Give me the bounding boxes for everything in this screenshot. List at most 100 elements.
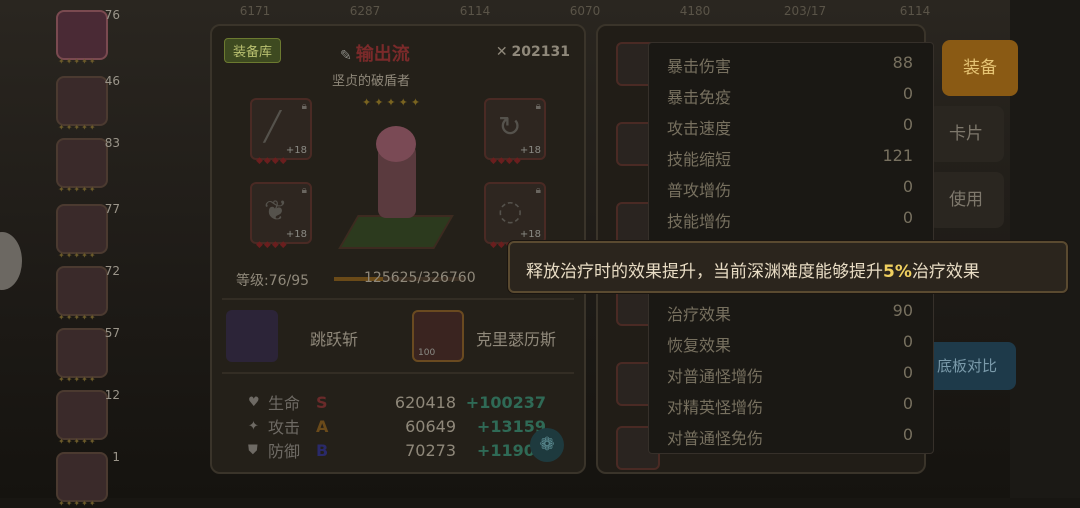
role-label: 输出流 — [355, 44, 410, 65]
hero-portrait — [56, 204, 108, 254]
attribute-label: 暴击伤害 — [667, 57, 732, 76]
hero-card[interactable]: 76 ✦✦✦✦✦ — [52, 6, 122, 66]
stat-row-attack: ✦ 攻击 A 60649 +13159 — [248, 414, 546, 438]
attribute-row: 攻击速度 0 — [667, 115, 913, 141]
tooltip-text: 释放治疗时的效果提升，当前深渊难度能够提升5%治疗效果 — [526, 257, 980, 282]
attribute-row: 暴击伤害 88 — [667, 53, 913, 79]
hero-stars: ✦✦✦✦✦ — [58, 251, 97, 260]
gem-sockets: ◆◆◆◆ — [256, 240, 288, 250]
tooltip-text-after: 治疗效果 — [911, 262, 980, 282]
hero-stars: ✦✦✦✦✦ — [58, 123, 97, 132]
armor-icon: ❦ — [264, 194, 288, 227]
tooltip-text-before: 释放治疗时的效果提升，当前深渊难度能够提升 — [526, 262, 883, 282]
paw-icon[interactable]: ❁ — [530, 428, 564, 462]
stat-label: 攻击 — [268, 418, 301, 437]
hero-level: 57 — [104, 326, 120, 340]
hero-portrait — [56, 390, 108, 440]
attribute-label: 暴击免疫 — [667, 88, 732, 107]
equipment-library-tag[interactable]: 装备库 — [224, 38, 282, 63]
hero-card[interactable]: 83 ✦✦✦✦✦ — [52, 134, 122, 194]
hero-stars: ✦✦✦✦✦ — [58, 375, 97, 384]
stat-bonus: +13159 — [476, 416, 546, 436]
hero-portrait — [56, 452, 108, 502]
hero-card[interactable]: 46 ✦✦✦✦✦ — [52, 72, 122, 132]
resource-value: 6114 — [899, 4, 931, 18]
enhance-level: +18 — [519, 145, 541, 156]
card-level: 100 — [418, 348, 436, 358]
combat-power-value: 202131 — [511, 44, 570, 60]
attribute-label: 对普通怪增伤 — [667, 367, 764, 386]
model-pedestal — [338, 215, 454, 249]
lock-icon: 🔒︎ — [535, 101, 541, 112]
stat-grade: B — [316, 440, 329, 460]
attribute-row: 技能缩短 121 — [667, 146, 913, 172]
resource-value: 6114 — [459, 4, 491, 18]
lock-icon: 🔒︎ — [301, 101, 307, 112]
attribute-label: 技能增伤 — [667, 212, 732, 231]
role-title[interactable]: ✎ 输出流 — [340, 40, 410, 66]
attribute-value: 90 — [892, 301, 913, 320]
hero-title: 坚贞的破盾者 — [332, 74, 411, 89]
stat-bonus: +100237 — [465, 392, 546, 412]
stat-label: 防御 — [268, 442, 301, 461]
hero-card[interactable]: 12 ✦✦✦✦✦ — [52, 386, 122, 446]
hero-stars: ✦✦✦✦✦ — [58, 185, 97, 194]
hero-portrait — [56, 328, 108, 378]
attribute-row: 对精英怪增伤 0 — [667, 394, 913, 420]
attribute-label: 治疗效果 — [667, 305, 732, 324]
hero-portrait — [56, 266, 108, 316]
resource-value: 4180 — [679, 4, 711, 18]
attribute-row: 技能增伤 0 — [667, 208, 913, 234]
attribute-row: 对普通怪增伤 0 — [667, 363, 913, 389]
gem-sockets: ◆◆◆◆ — [256, 156, 288, 166]
card-icon[interactable]: 100 — [412, 310, 464, 362]
hero-card[interactable]: 1 ✦✦✦✦✦ — [52, 448, 122, 508]
shield-icon: ⛊ — [248, 442, 258, 458]
exp-text: 125625/326760 — [364, 270, 476, 286]
gem-sockets: ◆◆◆◆ — [490, 156, 522, 166]
stat-grade: A — [316, 416, 329, 436]
top-resource-bar: 6171 6287 6114 6070 4180 203/17 6114 — [200, 4, 980, 24]
hero-level: 1 — [112, 450, 120, 464]
enhance-level: +18 — [519, 229, 541, 240]
hero-card[interactable]: 77 ✦✦✦✦✦ — [52, 200, 122, 260]
armor-slot[interactable]: ❦ 🔒︎ +18 ◆◆◆◆ — [250, 182, 312, 250]
heart-icon: ♥ — [248, 394, 260, 410]
sword-icon: ╱ — [264, 110, 281, 143]
attribute-row: 恢复效果 0 — [667, 332, 913, 358]
divider — [222, 372, 574, 374]
weapon-slot[interactable]: ╱ 🔒︎ +18 ◆◆◆◆ — [250, 98, 312, 166]
hero-card[interactable]: 72 ✦✦✦✦✦ — [52, 262, 122, 322]
necklace-slot[interactable]: ◌ 🔒︎ +18 ◆◆◆◆ — [484, 182, 546, 250]
stat-value: 70273 — [405, 440, 456, 460]
skill-icon[interactable] — [226, 310, 278, 362]
hero-card[interactable]: 57 ✦✦✦✦✦ — [52, 324, 122, 384]
hero-level: 46 — [104, 74, 120, 88]
tab-equipment[interactable]: 装备 — [942, 40, 1018, 96]
tab-cards[interactable]: 卡片 — [928, 106, 1004, 162]
enhance-level: +18 — [285, 229, 307, 240]
attribute-value: 0 — [902, 332, 913, 351]
attribute-value: 121 — [882, 146, 913, 165]
skill-name: 跳跃斩 — [310, 330, 359, 349]
edit-icon: ✎ — [340, 48, 352, 64]
hero-stars: ✦✦✦✦✦ — [58, 499, 97, 508]
attribute-label: 攻击速度 — [667, 119, 732, 138]
resource-value: 6171 — [239, 4, 271, 18]
hero-portrait — [56, 76, 108, 126]
attribute-label: 恢复效果 — [667, 336, 732, 355]
accessory-slot[interactable]: ↻ 🔒︎ +18 ◆◆◆◆ — [484, 98, 546, 166]
attribute-value: 0 — [902, 363, 913, 382]
stat-label: 生命 — [268, 394, 301, 413]
tab-use[interactable]: 使用 — [928, 172, 1004, 228]
hero-portrait — [56, 10, 108, 60]
combat-power: ✕ 202131 — [496, 44, 570, 60]
ring-icon: ↻ — [498, 110, 522, 143]
tooltip-highlight-value: 5% — [883, 262, 912, 282]
lock-icon: 🔒︎ — [301, 185, 307, 196]
resource-value: 203/17 — [783, 4, 827, 18]
card-name: 克里瑟历斯 — [476, 330, 557, 349]
attribute-value: 0 — [902, 177, 913, 196]
attribute-row: 治疗效果 90 — [667, 301, 913, 327]
divider — [222, 298, 574, 300]
